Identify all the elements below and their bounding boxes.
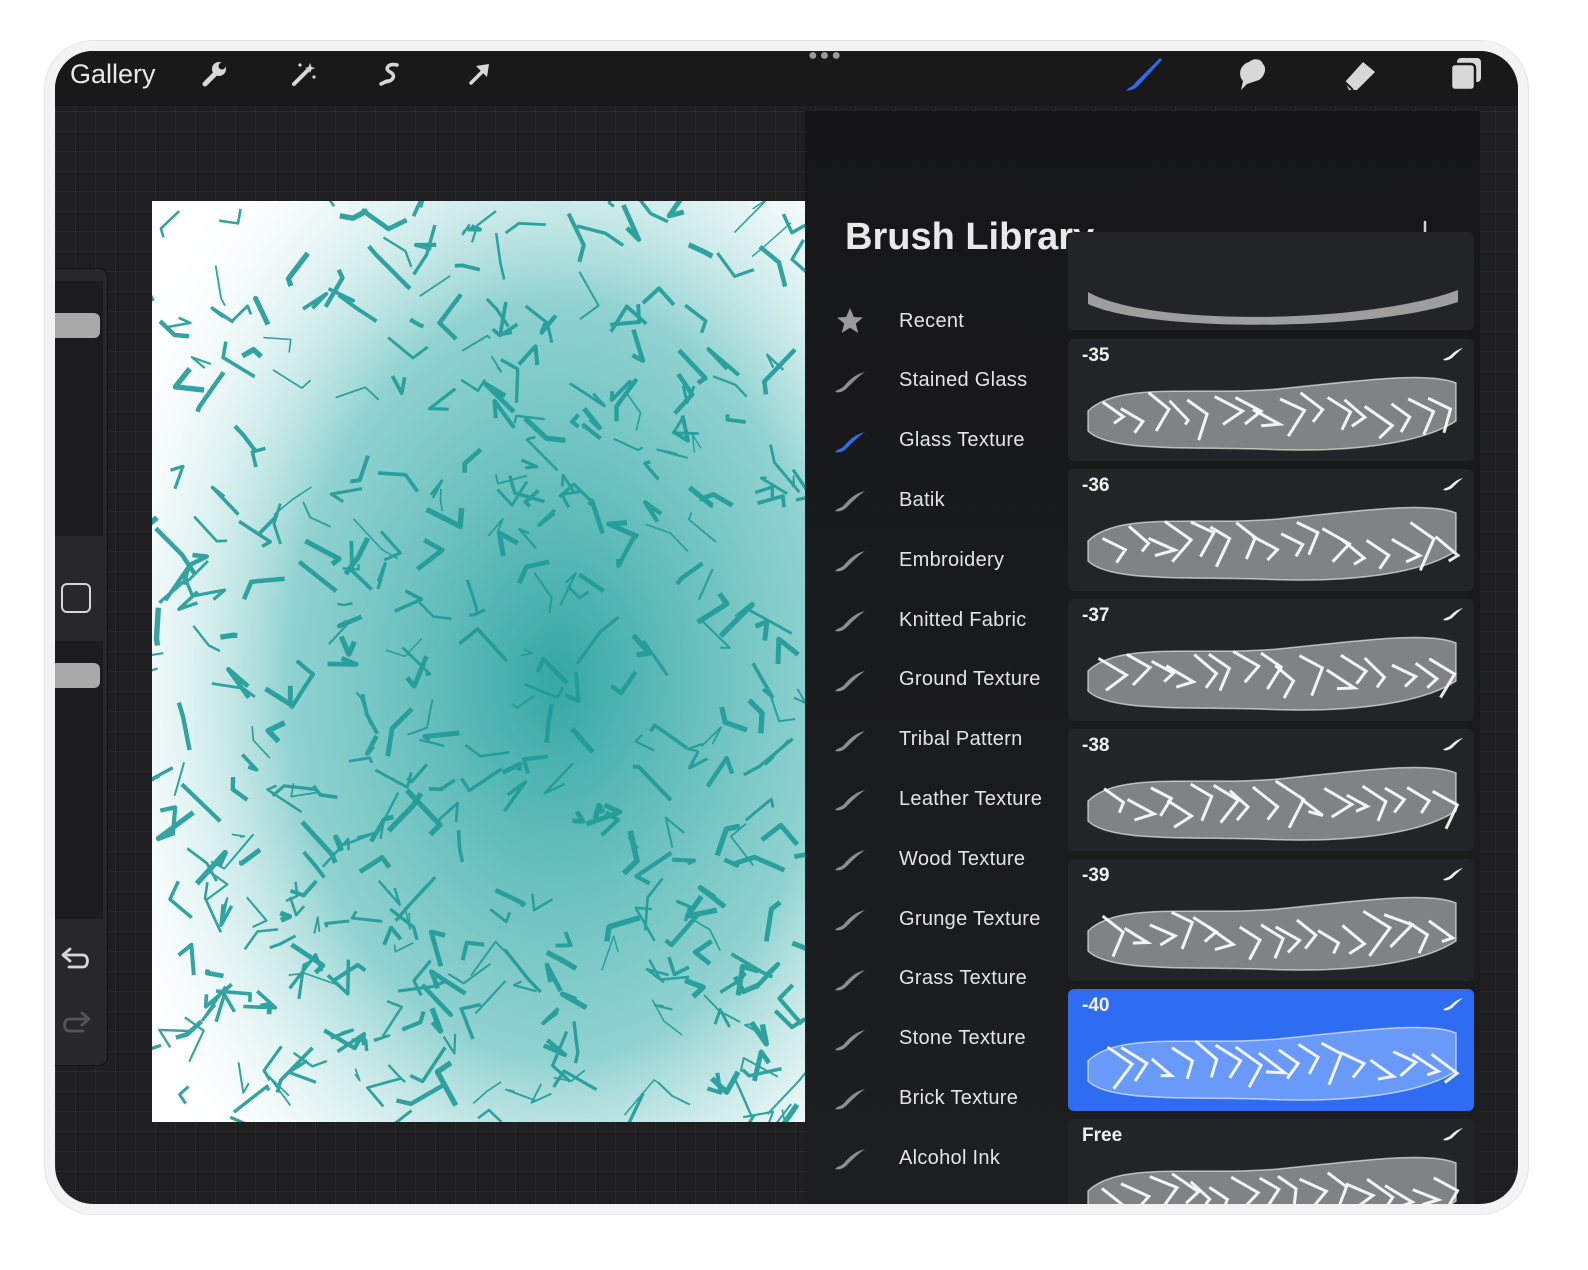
brush-set-item[interactable]: Brick Texture <box>833 1078 1073 1118</box>
brush-set-label: Grass Texture <box>899 967 1028 990</box>
brush-set-label: Grunge Texture <box>899 907 1041 930</box>
brush-set-item[interactable]: Recent <box>833 301 1073 341</box>
brush-stroke-icon <box>833 424 867 458</box>
brush-type-icon <box>1442 477 1464 491</box>
brush-type-icon <box>1442 737 1464 751</box>
brush-card[interactable]: -38 <box>1068 729 1474 851</box>
brush-type-icon <box>1442 607 1464 621</box>
drag-handle-icon[interactable]: ●●● <box>808 51 843 64</box>
modify-square-icon[interactable] <box>61 583 91 613</box>
selection-icon[interactable] <box>368 55 414 93</box>
star-icon <box>833 304 867 338</box>
brush-set-label: Tribal Pattern <box>899 728 1023 751</box>
brush-set-item[interactable]: Grass Texture <box>833 959 1073 999</box>
brush-set-label: Wood Texture <box>899 847 1026 870</box>
brush-stroke-preview <box>1078 621 1464 717</box>
brush-set-item[interactable]: Paper Texture <box>833 1198 1073 1204</box>
gallery-button[interactable]: Gallery <box>70 59 156 89</box>
panel-title: Brush Library <box>845 216 1095 258</box>
brush-card[interactable]: -35 <box>1068 339 1474 461</box>
brush-stroke-icon <box>833 902 867 936</box>
brush-type-icon <box>1442 1127 1464 1141</box>
brush-stroke-icon <box>833 1141 867 1175</box>
brush-card[interactable]: -37 <box>1068 599 1474 721</box>
brush-set-item[interactable]: Leather Texture <box>833 779 1073 819</box>
brush-set-item[interactable]: Stained Glass <box>833 361 1073 401</box>
brush-set-label: Glass Texture <box>899 429 1025 452</box>
brush-stroke-icon <box>833 364 867 398</box>
brush-set-item[interactable]: Embroidery <box>833 540 1073 580</box>
transform-arrow-icon[interactable] <box>456 55 502 93</box>
brush-stroke-preview <box>1078 1011 1464 1107</box>
brush-set-label: Stone Texture <box>899 1027 1026 1050</box>
brush-icon[interactable] <box>1121 55 1167 93</box>
brush-set-label: Alcohol Ink <box>899 1146 1001 1169</box>
brush-stroke-icon <box>833 663 867 697</box>
brush-name: -36 <box>1082 475 1110 496</box>
brush-stroke-preview <box>1078 751 1464 847</box>
brush-card[interactable]: Free <box>1068 1119 1474 1204</box>
brush-stroke-icon <box>833 723 867 757</box>
brush-stroke-icon <box>833 483 867 517</box>
partial-brush-card[interactable] <box>1068 232 1474 330</box>
brush-set-item[interactable]: Alcohol Ink <box>833 1138 1073 1178</box>
top-toolbar: Gallery ●●● <box>55 51 1518 106</box>
brush-size-slider-knob[interactable] <box>55 313 100 338</box>
brush-set-label: Knitted Fabric <box>899 608 1027 631</box>
redo-icon[interactable] <box>59 1009 93 1042</box>
brush-set-label: Recent <box>899 309 965 332</box>
brush-stroke-preview <box>1078 491 1464 587</box>
procreate-app: Gallery ●●● Brush Library Recent Stained… <box>55 51 1518 1204</box>
brush-set-item[interactable]: Wood Texture <box>833 839 1073 879</box>
brush-name: Free <box>1082 1125 1123 1146</box>
brush-card[interactable]: -36 <box>1068 469 1474 591</box>
brush-set-item[interactable]: Grunge Texture <box>833 899 1073 939</box>
brush-stroke-icon <box>833 543 867 577</box>
brush-stroke-icon <box>833 842 867 876</box>
brush-stroke-icon <box>833 1081 867 1115</box>
brush-stroke-icon <box>833 782 867 816</box>
brush-set-label: Brick Texture <box>899 1086 1019 1109</box>
brush-name: -39 <box>1082 865 1110 886</box>
brush-set-label: Leather Texture <box>899 787 1043 810</box>
opacity-slider-knob[interactable] <box>55 663 100 688</box>
brush-name: -37 <box>1082 605 1110 626</box>
brush-set-label: Stained Glass <box>899 369 1028 392</box>
brush-type-icon <box>1442 347 1464 361</box>
brush-library-panel: Brush Library Recent Stained Glass Glass T… <box>805 111 1480 1204</box>
brush-card[interactable]: -40 <box>1068 989 1474 1111</box>
brush-set-label: Ground Texture <box>899 668 1041 691</box>
brush-set-item[interactable]: Stone Texture <box>833 1019 1073 1059</box>
brush-stroke-preview <box>1078 1141 1464 1204</box>
magic-wand-icon[interactable] <box>280 55 326 93</box>
wrench-icon[interactable] <box>191 55 237 93</box>
brush-set-item[interactable]: Glass Texture <box>833 421 1073 461</box>
brush-stroke-preview <box>1078 361 1464 457</box>
drawing-canvas[interactable] <box>152 201 806 1122</box>
smudge-icon[interactable] <box>1228 55 1274 93</box>
brush-set-label: Batik <box>899 488 945 511</box>
layers-icon[interactable] <box>1443 55 1489 93</box>
undo-icon[interactable] <box>59 945 93 978</box>
brush-stroke-preview <box>1078 881 1464 977</box>
brush-set-item[interactable]: Knitted Fabric <box>833 600 1073 640</box>
left-sidebar <box>55 269 107 1065</box>
brush-stroke-icon <box>833 603 867 637</box>
brush-name: -35 <box>1082 345 1110 366</box>
brush-set-item[interactable]: Batik <box>833 480 1073 520</box>
brush-name: -40 <box>1082 995 1110 1016</box>
brush-set-item[interactable]: Tribal Pattern <box>833 720 1073 760</box>
brush-type-icon <box>1442 867 1464 881</box>
eraser-icon[interactable] <box>1336 55 1382 93</box>
brush-stroke-icon <box>833 962 867 996</box>
brush-set-item[interactable]: Ground Texture <box>833 660 1073 700</box>
brush-stroke-icon <box>833 1201 867 1204</box>
brush-set-label: Embroidery <box>899 548 1005 571</box>
brush-name: -38 <box>1082 735 1110 756</box>
cracked-glass-artwork <box>152 201 806 1122</box>
brush-type-icon <box>1442 997 1464 1011</box>
brush-card[interactable]: -39 <box>1068 859 1474 981</box>
brush-stroke-icon <box>833 1022 867 1056</box>
